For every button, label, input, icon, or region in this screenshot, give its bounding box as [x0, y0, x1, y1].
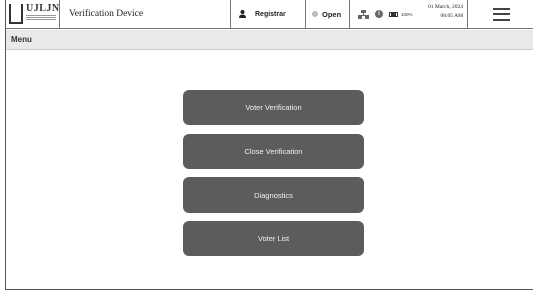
session-status: Open: [306, 0, 350, 28]
logo-mark: [9, 3, 23, 24]
status-bar: UJLJN Verification Device Registrar Open: [6, 0, 533, 29]
date-time: 01 March, 2024 08:05 AM: [428, 3, 463, 21]
device-screen: UJLJN Verification Device Registrar Open: [5, 0, 533, 290]
person-icon: [239, 10, 246, 18]
user-role-label: Registrar: [255, 10, 286, 18]
voter-verification-button[interactable]: Voter Verification: [183, 90, 364, 125]
time: 08:05 AM: [440, 13, 463, 19]
system-indicators: i 100% 01 March, 2024 08:05 AM: [350, 0, 468, 28]
battery-level: 100%: [401, 11, 413, 17]
logo-cell: UJLJN: [6, 0, 60, 28]
close-verification-button[interactable]: Close Verification: [183, 134, 364, 169]
logo: UJLJN: [9, 2, 60, 27]
network-icon: [358, 9, 369, 19]
menu-title: Menu: [6, 30, 533, 50]
device-title: Verification Device: [60, 0, 231, 28]
date: 01 March, 2024: [428, 4, 463, 10]
voter-list-button[interactable]: Voter List: [183, 221, 364, 256]
battery-icon: [389, 11, 398, 17]
logo-subtitle-lines: [26, 14, 56, 24]
hamburger-menu-icon[interactable]: [492, 7, 510, 21]
logo-text: UJLJN: [26, 2, 60, 14]
status-dot-icon: [312, 11, 318, 17]
diagnostics-button[interactable]: Diagnostics: [183, 177, 364, 213]
menu-cell: [468, 0, 533, 28]
session-status-label: Open: [322, 9, 342, 19]
user-role: Registrar: [231, 0, 306, 28]
info-icon[interactable]: i: [375, 10, 383, 18]
